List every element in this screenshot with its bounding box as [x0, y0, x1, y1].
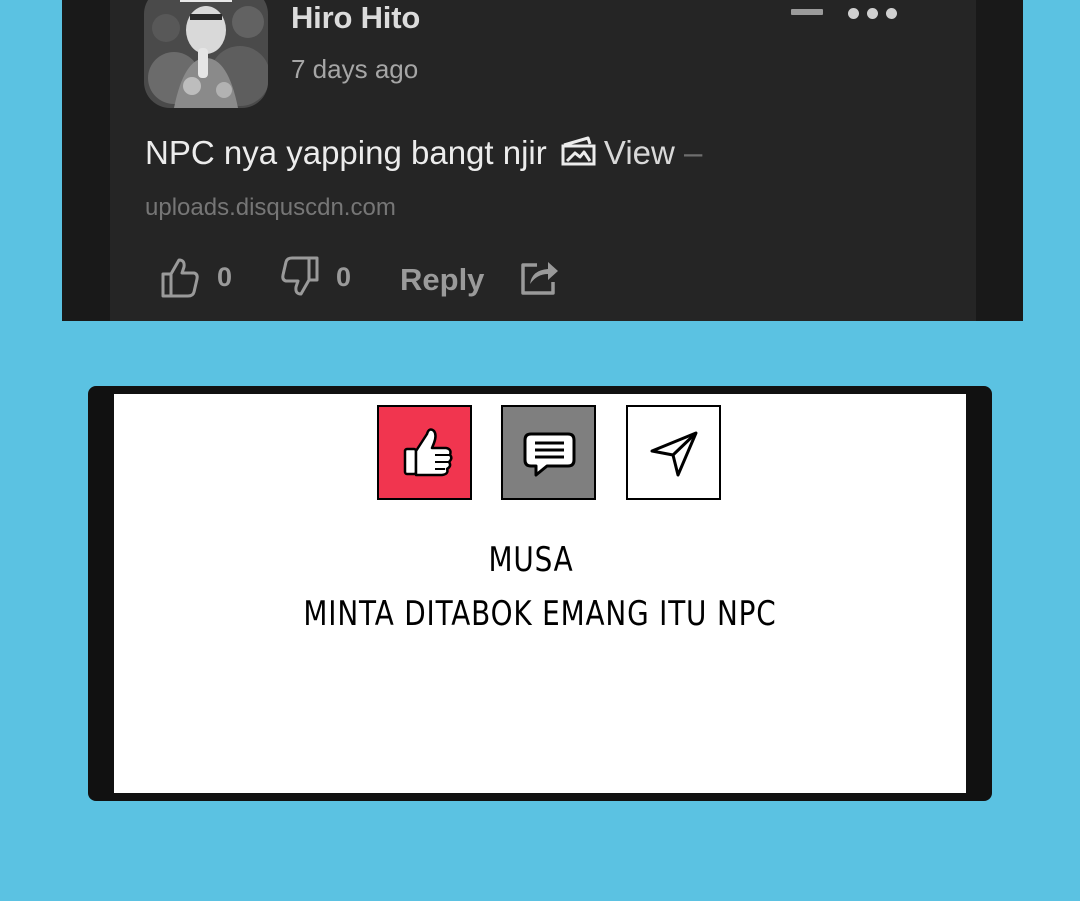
comment-card: Hiro Hito 7 days ago NPC nya yapping ban… — [62, 0, 1023, 321]
source-link[interactable]: uploads.disquscdn.com — [145, 194, 396, 222]
minus-icon[interactable] — [791, 9, 823, 15]
reply-button[interactable]: Reply — [400, 262, 484, 298]
more-horizontal-icon[interactable] — [848, 6, 898, 22]
author-name[interactable]: Hiro Hito — [291, 0, 420, 36]
view-separator: – — [684, 134, 703, 171]
image-icon — [560, 135, 598, 175]
upvote-button[interactable] — [160, 256, 200, 303]
comment-timestamp[interactable]: 7 days ago — [291, 54, 418, 85]
share-button[interactable] — [520, 256, 560, 301]
comic-panel-paper: MUSA MINTA DITABOK EMANG ITU NPC — [114, 394, 966, 793]
thumbs-down-outline-icon — [281, 256, 319, 296]
upvote-count: 0 — [217, 262, 233, 292]
view-image-link[interactable]: View — [604, 134, 675, 171]
avatar[interactable] — [144, 0, 268, 108]
comic-panel: MUSA MINTA DITABOK EMANG ITU NPC — [88, 386, 992, 801]
comment-button[interactable] — [501, 405, 596, 500]
comment-text: NPC nya yapping bangt njir — [145, 134, 547, 171]
share-icon — [521, 262, 558, 295]
downvote-count: 0 — [336, 262, 352, 292]
like-button[interactable] — [377, 405, 472, 500]
comment-body: Hiro Hito 7 days ago NPC nya yapping ban… — [110, 0, 976, 321]
thumbs-up-outline-icon — [161, 258, 199, 298]
thumbs-up-icon — [403, 428, 453, 477]
comment-message: NPC nya yapping bangt njir View – — [145, 134, 702, 175]
speaker-name: MUSA — [488, 540, 574, 580]
send-button[interactable] — [626, 405, 721, 500]
speech-text: MINTA DITABOK EMANG ITU NPC — [303, 594, 777, 634]
downvote-button[interactable] — [280, 256, 320, 303]
paper-plane-icon — [650, 431, 698, 477]
chat-bubble-icon — [523, 432, 576, 477]
